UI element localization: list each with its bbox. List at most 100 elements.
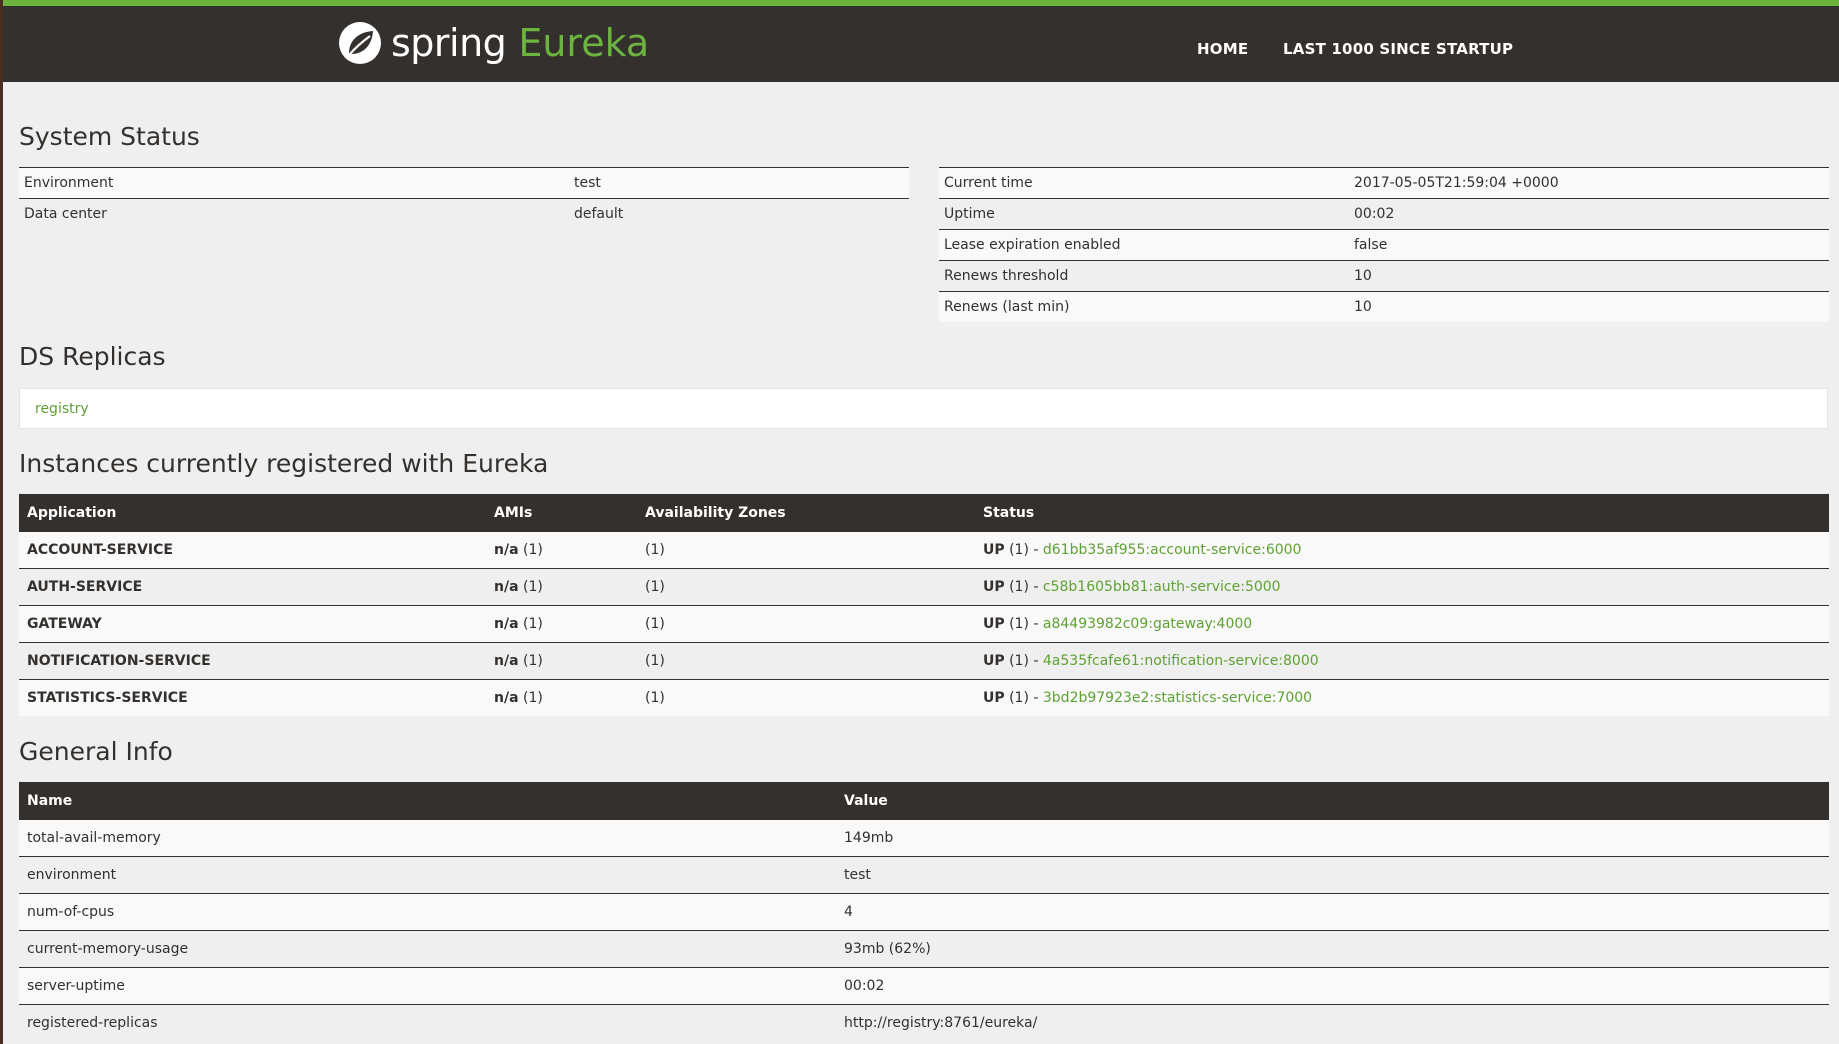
availability-zones-cell: (1) bbox=[637, 568, 975, 606]
replica-link-registry[interactable]: registry bbox=[35, 401, 89, 417]
availability-zones-cell: (1) bbox=[637, 679, 975, 716]
table-row: Current time 2017-05-05T21:59:04 +0000 bbox=[939, 167, 1829, 199]
amis-cell: n/a (1) bbox=[486, 679, 637, 716]
system-status-left-table: Environment test Data center default bbox=[19, 167, 909, 229]
table-row: Uptime 00:02 bbox=[939, 198, 1829, 230]
application-name: ACCOUNT-SERVICE bbox=[19, 531, 486, 569]
table-row: Data center default bbox=[19, 198, 909, 229]
amis-count: (1) bbox=[522, 579, 543, 595]
table-row: registered-replicas http://registry:8761… bbox=[19, 1004, 1829, 1041]
info-name: environment bbox=[19, 856, 836, 894]
info-value: 93mb (62%) bbox=[836, 930, 1829, 968]
table-row: ACCOUNT-SERVICE n/a (1) (1) UP (1) - d61… bbox=[19, 531, 1829, 569]
instance-link[interactable]: 3bd2b97923e2:statistics-service:7000 bbox=[1043, 690, 1312, 706]
status-cell: UP (1) - c58b1605bb81:auth-service:5000 bbox=[975, 568, 1829, 606]
status-cell: UP (1) - 4a535fcafe61:notification-servi… bbox=[975, 642, 1829, 680]
status-count: (1) - bbox=[1009, 616, 1039, 632]
spring-eureka-logo[interactable]: spring Eureka bbox=[337, 18, 649, 68]
nav-last-1000-link[interactable]: LAST 1000 SINCE STARTUP bbox=[1283, 40, 1513, 58]
status-label: Current time bbox=[939, 167, 1349, 199]
status-cell: UP (1) - d61bb35af955:account-service:60… bbox=[975, 531, 1829, 569]
instance-link[interactable]: a84493982c09:gateway:4000 bbox=[1043, 616, 1252, 632]
general-info-heading: General Info bbox=[19, 737, 173, 766]
info-value: test bbox=[836, 856, 1829, 894]
amis-count: (1) bbox=[522, 616, 543, 632]
status-label: Lease expiration enabled bbox=[939, 229, 1349, 261]
status-label: Environment bbox=[19, 167, 569, 199]
table-row: Renews (last min) 10 bbox=[939, 291, 1829, 322]
table-row: total-avail-memory 149mb bbox=[19, 819, 1829, 857]
info-value: 00:02 bbox=[836, 967, 1829, 1005]
status-value: 00:02 bbox=[1349, 198, 1829, 230]
window-edge bbox=[0, 0, 3, 1044]
amis-count: (1) bbox=[522, 690, 543, 706]
system-status-right-table: Current time 2017-05-05T21:59:04 +0000 U… bbox=[939, 167, 1829, 322]
table-row: server-uptime 00:02 bbox=[19, 967, 1829, 1005]
application-name: NOTIFICATION-SERVICE bbox=[19, 642, 486, 680]
spring-leaf-icon bbox=[339, 22, 381, 64]
table-row: current-memory-usage 93mb (62%) bbox=[19, 930, 1829, 968]
status-value: 2017-05-05T21:59:04 +0000 bbox=[1349, 167, 1829, 199]
amis-label: n/a bbox=[494, 653, 519, 669]
instances-heading: Instances currently registered with Eure… bbox=[19, 449, 549, 478]
info-name: server-uptime bbox=[19, 967, 836, 1005]
amis-label: n/a bbox=[494, 542, 519, 558]
navbar: spring Eureka HOME LAST 1000 SINCE START… bbox=[0, 0, 1839, 82]
status-up-label: UP bbox=[983, 653, 1005, 669]
amis-count: (1) bbox=[522, 653, 543, 669]
general-info-table: Name Value total-avail-memory 149mb envi… bbox=[19, 782, 1829, 1041]
info-name: total-avail-memory bbox=[19, 819, 836, 857]
column-header-amis: AMIs bbox=[486, 494, 637, 532]
instance-link[interactable]: c58b1605bb81:auth-service:5000 bbox=[1043, 579, 1281, 595]
table-row: Renews threshold 10 bbox=[939, 260, 1829, 292]
status-count: (1) - bbox=[1009, 579, 1039, 595]
amis-cell: n/a (1) bbox=[486, 642, 637, 680]
system-status-heading: System Status bbox=[19, 122, 200, 151]
status-count: (1) - bbox=[1009, 542, 1039, 558]
column-header-name: Name bbox=[19, 782, 836, 820]
status-label: Uptime bbox=[939, 198, 1349, 230]
info-name: registered-replicas bbox=[19, 1004, 836, 1041]
instance-link[interactable]: d61bb35af955:account-service:6000 bbox=[1043, 542, 1302, 558]
status-value: 10 bbox=[1349, 260, 1829, 292]
amis-label: n/a bbox=[494, 690, 519, 706]
amis-cell: n/a (1) bbox=[486, 605, 637, 643]
status-up-label: UP bbox=[983, 616, 1005, 632]
brand-eureka-text: Eureka bbox=[518, 21, 650, 65]
status-label: Data center bbox=[19, 198, 569, 229]
status-value: false bbox=[1349, 229, 1829, 261]
ds-replicas-panel: registry bbox=[19, 388, 1828, 429]
instances-table: Application AMIs Availability Zones Stat… bbox=[19, 494, 1829, 716]
amis-count: (1) bbox=[522, 542, 543, 558]
status-count: (1) - bbox=[1009, 690, 1039, 706]
table-row: GATEWAY n/a (1) (1) UP (1) - a84493982c0… bbox=[19, 605, 1829, 643]
status-value: default bbox=[569, 198, 909, 229]
status-up-label: UP bbox=[983, 579, 1005, 595]
info-name: num-of-cpus bbox=[19, 893, 836, 931]
column-header-status: Status bbox=[975, 494, 1829, 532]
application-name: STATISTICS-SERVICE bbox=[19, 679, 486, 716]
availability-zones-cell: (1) bbox=[637, 605, 975, 643]
ds-replicas-heading: DS Replicas bbox=[19, 342, 166, 371]
availability-zones-cell: (1) bbox=[637, 642, 975, 680]
table-row: Environment test bbox=[19, 167, 909, 199]
table-row: NOTIFICATION-SERVICE n/a (1) (1) UP (1) … bbox=[19, 642, 1829, 680]
amis-label: n/a bbox=[494, 579, 519, 595]
amis-cell: n/a (1) bbox=[486, 568, 637, 606]
status-count: (1) - bbox=[1009, 653, 1039, 669]
column-header-availability-zones: Availability Zones bbox=[637, 494, 975, 532]
info-value: 149mb bbox=[836, 819, 1829, 857]
instance-link[interactable]: 4a535fcafe61:notification-service:8000 bbox=[1043, 653, 1319, 669]
status-label: Renews (last min) bbox=[939, 291, 1349, 322]
application-name: AUTH-SERVICE bbox=[19, 568, 486, 606]
status-cell: UP (1) - a84493982c09:gateway:4000 bbox=[975, 605, 1829, 643]
status-value: test bbox=[569, 167, 909, 199]
nav-home-link[interactable]: HOME bbox=[1197, 40, 1248, 58]
table-row: AUTH-SERVICE n/a (1) (1) UP (1) - c58b16… bbox=[19, 568, 1829, 606]
application-name: GATEWAY bbox=[19, 605, 486, 643]
status-label: Renews threshold bbox=[939, 260, 1349, 292]
availability-zones-cell: (1) bbox=[637, 531, 975, 569]
table-row: STATISTICS-SERVICE n/a (1) (1) UP (1) - … bbox=[19, 679, 1829, 716]
column-header-application: Application bbox=[19, 494, 486, 532]
status-value: 10 bbox=[1349, 291, 1829, 322]
